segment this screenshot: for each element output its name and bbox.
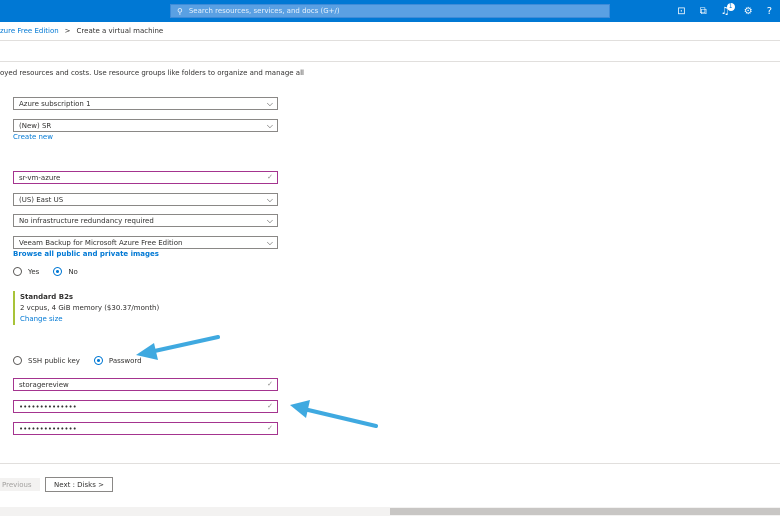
image-dropdown[interactable]: Veeam Backup for Microsoft Azure Free Ed… [13,236,278,249]
cloud-shell-icon[interactable]: ⊡ [677,6,685,17]
annotation-arrow-password-fields [290,400,378,428]
section-divider [0,61,780,62]
chevron-down-icon: ⌵ [266,216,273,225]
search-placeholder: Search resources, services, and docs (G+… [188,7,340,15]
next-disks-button[interactable]: Next : Disks > [45,477,113,492]
subscription-value: Azure subscription 1 [19,99,91,108]
chevron-down-icon: ⌵ [266,238,273,247]
vm-name-input[interactable]: sr-vm-azure ✓ [13,171,278,184]
chevron-down-icon: ⌵ [266,99,273,108]
top-navigation-bar: ⚲ Search resources, services, and docs (… [0,0,780,22]
image-value: Veeam Backup for Microsoft Azure Free Ed… [19,238,183,247]
vm-size-name: Standard B2s [20,293,74,301]
topbar-icons: ⊡ ⧉ ♫ 1 ⚙ ? [677,2,772,18]
ssh-key-radio[interactable] [13,356,22,365]
spot-no-label: No [68,267,78,276]
directory-filter-icon[interactable]: ⧉ [700,6,707,17]
password-value: •••••••••••••• [19,402,77,411]
create-new-link[interactable]: Create new [13,133,53,141]
breadcrumb-separator: > [64,27,71,35]
checkmark-icon: ✓ [267,380,273,388]
username-value: storagereview [19,380,69,389]
notifications-icon[interactable]: ♫ 1 [721,2,735,17]
annotation-arrows [136,335,378,428]
resource-group-dropdown[interactable]: (New) SR ⌵ [13,119,278,132]
password-radio[interactable] [93,356,103,365]
checkmark-icon: ✓ [267,402,273,410]
region-value: (US) East US [19,195,64,204]
username-input[interactable]: storagereview ✓ [13,378,278,391]
breadcrumb-parent-link[interactable]: zure Free Edition [0,27,59,35]
resource-group-description: oyed resources and costs. Use resource g… [0,69,304,77]
checkmark-icon: ✓ [267,424,273,432]
search-icon: ⚲ [177,6,183,16]
region-dropdown[interactable]: (US) East US ⌵ [13,193,278,206]
header-divider [0,40,780,41]
spot-yes-radio[interactable] [13,267,22,276]
vm-size-spec: 2 vcpus, 4 GiB memory ($30.37/month) [20,304,160,312]
breadcrumb-current: Create a virtual machine [76,27,164,35]
availability-options-dropdown[interactable]: No infrastructure redundancy required ⌵ [13,214,278,227]
chevron-down-icon: ⌵ [266,195,273,204]
authentication-type-radio-group: SSH public key Password [13,356,150,365]
password-input[interactable]: •••••••••••••• ✓ [13,400,278,413]
confirm-password-value: •••••••••••••• [19,424,77,433]
availability-value: No infrastructure redundancy required [19,216,154,225]
chevron-down-icon: ⌵ [266,121,273,130]
spot-no-radio[interactable] [53,267,63,276]
breadcrumb: zure Free Edition > Create a virtual mac… [0,26,163,36]
confirm-password-input[interactable]: •••••••••••••• ✓ [13,422,278,435]
azure-spot-radio-group: Yes No [13,267,86,276]
resource-group-value: (New) SR [19,121,52,130]
notification-badge: 1 [726,2,735,11]
password-label: Password [108,356,142,365]
checkmark-icon: ✓ [267,173,273,181]
browse-images-link[interactable]: Browse all public and private images [13,250,159,258]
vm-size-summary: Standard B2s 2 vcpus, 4 GiB memory ($30.… [13,291,213,325]
spot-yes-label: Yes [28,267,40,276]
global-search-box[interactable]: ⚲ Search resources, services, and docs (… [170,4,610,18]
vm-name-value: sr-vm-azure [19,173,61,182]
ssh-key-label: SSH public key [28,356,80,365]
change-size-link[interactable]: Change size [20,315,213,323]
settings-gear-icon[interactable]: ⚙ [744,6,753,17]
help-icon[interactable]: ? [767,6,772,17]
previous-button[interactable]: Previous [0,478,40,491]
subscription-dropdown[interactable]: Azure subscription 1 ⌵ [13,97,278,110]
scrollbar-thumb[interactable] [390,508,780,515]
